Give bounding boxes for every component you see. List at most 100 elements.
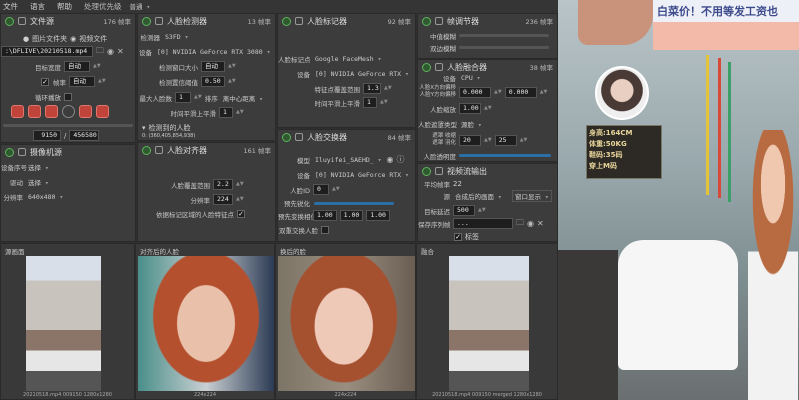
radio-video[interactable]: ◉ [70, 35, 76, 43]
eye-icon[interactable]: ◉ [527, 219, 534, 228]
settings-icon[interactable] [18, 148, 26, 156]
blur-input[interactable]: 25 [494, 134, 517, 146]
settings-icon[interactable] [435, 167, 443, 175]
morph-input[interactable]: 1.00 [339, 210, 364, 221]
opacity-slider[interactable] [459, 154, 551, 157]
spin-arrows[interactable]: ▲▼ [484, 137, 492, 143]
smooth-input[interactable]: 1 [363, 97, 377, 108]
model-select[interactable]: Iluyifei_SAEHD_ [313, 156, 384, 164]
power-icon[interactable] [282, 16, 291, 26]
device-select[interactable]: CPU [459, 74, 551, 82]
tag-checkbox[interactable]: ✓ [454, 232, 462, 241]
last-frame-button[interactable] [96, 105, 109, 118]
spin-arrows[interactable]: ▲▼ [98, 79, 106, 84]
median-blur-slider[interactable] [459, 34, 549, 37]
close-icon[interactable]: ✕ [117, 47, 124, 56]
spin-arrows[interactable]: ▲▼ [93, 64, 101, 69]
menu-language[interactable]: 语言 [30, 1, 45, 12]
spin-arrows[interactable]: ▲▼ [484, 106, 492, 111]
spin-arrows[interactable]: ▲▼ [228, 64, 236, 69]
face-id-input[interactable]: 0 [313, 184, 329, 195]
pause-button[interactable] [62, 105, 75, 118]
power-icon[interactable] [142, 16, 151, 26]
spin-arrows[interactable]: ▲▼ [236, 182, 244, 187]
scale-input[interactable]: 1.00 [459, 103, 481, 114]
x-offset-input[interactable]: 0.000 [459, 86, 491, 98]
loop-checkbox[interactable] [64, 92, 72, 101]
close-icon[interactable]: ✕ [537, 219, 544, 228]
priority-select[interactable]: 处理优先级 普通 [84, 1, 152, 12]
device-select[interactable]: [0] NVIDIA GeForce RTX 3080 [155, 48, 273, 56]
play-button[interactable] [45, 105, 58, 118]
spin-arrows[interactable]: ▲▼ [494, 89, 502, 95]
device-select[interactable]: [0] NVIDIA GeForce RTX [313, 70, 411, 78]
priority-value[interactable]: 普通 [128, 1, 153, 12]
spin-arrows[interactable]: ▲▼ [236, 110, 244, 115]
power-icon[interactable] [142, 145, 151, 155]
folder-icon[interactable]: 🗀 [96, 45, 104, 59]
device-select[interactable]: [0] NVIDIA GeForce RTX [313, 171, 411, 179]
settings-icon[interactable] [18, 17, 26, 25]
info-icon[interactable]: ⓘ [397, 154, 405, 165]
power-icon[interactable] [5, 16, 14, 26]
spin-arrows[interactable]: ▲▼ [380, 100, 388, 105]
y-offset-input[interactable]: 0.000 [504, 86, 537, 98]
morph-input[interactable]: 1.00 [366, 210, 390, 221]
spin-arrows[interactable]: ▲▼ [194, 95, 202, 100]
settings-icon[interactable] [155, 17, 163, 25]
power-icon[interactable] [282, 132, 291, 142]
resolution-input[interactable]: 224 [213, 194, 233, 205]
first-frame-button[interactable] [11, 105, 24, 118]
smooth-input[interactable]: 1 [219, 107, 233, 118]
power-icon[interactable] [5, 147, 14, 157]
power-icon[interactable] [422, 16, 431, 26]
resolution-select[interactable]: 640x480 [26, 193, 65, 201]
file-path-input[interactable]: :\DFLIVE\20210518.mp4 [1, 46, 93, 57]
target-width-input[interactable]: 自动 [64, 61, 90, 72]
presharpen-slider[interactable] [314, 202, 394, 205]
spin-arrows[interactable]: ▲▼ [228, 79, 236, 84]
bilateral-blur-slider[interactable] [459, 46, 549, 49]
source-select[interactable]: 合成后的画面 [453, 191, 509, 201]
save-path-input[interactable]: ... [453, 218, 513, 229]
fps-input[interactable]: 自动 [69, 76, 95, 87]
back-button[interactable] [28, 105, 41, 118]
spin-arrows[interactable]: ▲▼ [540, 89, 548, 95]
sort-select[interactable]: 离中心距离 [221, 93, 265, 103]
coverage-input[interactable]: 2.2 [213, 179, 233, 190]
menu-file[interactable]: 文件 [3, 1, 18, 12]
spin-arrows[interactable]: ▲▼ [478, 208, 486, 213]
landmarks-checkbox[interactable]: ✓ [237, 209, 245, 218]
settings-icon[interactable] [435, 17, 443, 25]
threshold-input[interactable]: 0.50 [201, 76, 225, 87]
power-icon[interactable] [422, 62, 431, 72]
spin-arrows[interactable]: ▲▼ [384, 86, 392, 91]
delay-input[interactable]: 500 [453, 205, 475, 216]
device-select[interactable]: 选择 [26, 162, 51, 172]
spin-arrows[interactable]: ▲▼ [236, 197, 244, 202]
settings-icon[interactable] [435, 63, 443, 71]
show-window-button[interactable]: 窗口显示 [512, 189, 552, 202]
folder-icon[interactable]: 🗀 [516, 217, 524, 231]
window-size-input[interactable]: 自动 [201, 61, 225, 72]
menu-help[interactable]: 帮助 [57, 1, 72, 12]
timeline-slider[interactable] [3, 124, 133, 127]
two-pass-checkbox[interactable] [321, 225, 329, 234]
power-icon[interactable] [422, 166, 431, 176]
radio-folder[interactable]: ● [23, 35, 29, 43]
eye-icon[interactable]: ◉ [387, 155, 394, 164]
max-faces-input[interactable]: 1 [175, 92, 191, 103]
driver-select[interactable]: 选择 [26, 177, 126, 187]
detector-select[interactable]: S3FD [163, 33, 213, 41]
eye-icon[interactable]: ◉ [107, 47, 114, 56]
spin-arrows[interactable]: ▲▼ [520, 137, 528, 143]
frame-current-input[interactable]: 9150 [33, 130, 61, 141]
settings-icon[interactable] [155, 146, 163, 154]
spin-arrows[interactable]: ▲▼ [332, 187, 340, 192]
forward-button[interactable] [79, 105, 92, 118]
settings-icon[interactable] [295, 133, 303, 141]
marker-select[interactable]: Google FaceMesh [313, 55, 384, 63]
coverage-input[interactable]: 1.3 [363, 83, 381, 94]
erode-input[interactable]: 20 [459, 134, 481, 146]
settings-icon[interactable] [295, 17, 303, 25]
